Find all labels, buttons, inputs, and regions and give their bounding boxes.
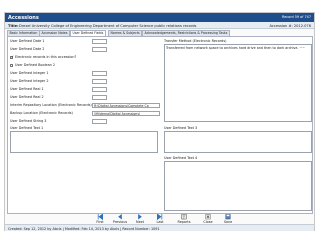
user-defined-integer-1-label: User Defined Integer 1: [10, 71, 49, 75]
record-status-text: Created: Sep 12, 2012 by Abcls | Modifie…: [8, 226, 160, 231]
navigation-bar: First Previous Next Last Reports Close S…: [5, 214, 314, 224]
accession-number[interactable]: Accession #: 2012.076: [270, 24, 311, 28]
user-defined-string-3-field[interactable]: [92, 118, 107, 124]
interim-location-field[interactable]: R:\Digital Accessions\Complete Co: [92, 102, 160, 108]
previous-button[interactable]: Previous: [109, 214, 131, 224]
accessions-window: Accessions Record 59 of 747 Title: Drexe…: [4, 12, 315, 231]
electronic-records-checkbox[interactable]: [10, 55, 15, 60]
user-defined-text-3-field[interactable]: [164, 131, 312, 153]
window-header: Accessions Record 59 of 747: [5, 13, 314, 22]
first-label: First: [96, 219, 104, 224]
user-defined-date-1-label: User Defined Date 1: [10, 39, 45, 43]
user-defined-string-3-label: User Defined String 3: [10, 119, 47, 123]
record-counter: Record 59 of 747: [281, 15, 311, 19]
tab-strip: Basic Information Accession Notes User D…: [5, 29, 314, 37]
last-label: Last: [156, 219, 164, 224]
save-button[interactable]: Save: [217, 214, 239, 224]
user-defined-text-1-label: User Defined Text 1: [10, 126, 44, 130]
last-button[interactable]: Last: [149, 214, 171, 224]
user-defined-boolean-2-checkbox[interactable]: [10, 63, 14, 67]
user-defined-date-2-label: User Defined Date 2: [10, 47, 45, 51]
save-label: Save: [223, 219, 233, 224]
save-disk-icon: [225, 214, 231, 220]
reports-label: Reports: [177, 219, 191, 224]
window-title: Accessions: [8, 14, 39, 21]
transfer-method-label: Transfer Method (Electronic Records): [164, 39, 227, 43]
title-bar: Title: Drexel University College of Engi…: [5, 22, 314, 29]
accession-value[interactable]: 2012.076: [294, 24, 311, 28]
close-label: Close: [203, 219, 213, 224]
close-button[interactable]: Close: [197, 214, 219, 224]
close-icon: [205, 214, 211, 220]
user-defined-integer-2-field[interactable]: [92, 78, 107, 84]
user-defined-text-3-label: User Defined Text 3: [164, 126, 198, 130]
electronic-records-label: Electronic records in this accession?: [15, 55, 77, 59]
user-defined-text-4-field[interactable]: [164, 161, 312, 211]
reports-button[interactable]: Reports: [173, 214, 195, 224]
status-bar: Created: Sep 12, 2012 by Abcls | Modifie…: [5, 224, 314, 231]
user-defined-date-2-field[interactable]: [92, 46, 107, 52]
backup-location-label: Backup Location (Electronic Records): [10, 111, 73, 115]
user-defined-real-1-field[interactable]: [92, 86, 107, 92]
interim-location-label: Interim Repository Location (Electronic …: [10, 103, 92, 107]
user-defined-text-1-field[interactable]: [10, 131, 158, 153]
transfer-method-field[interactable]: Transferred from network space to archiv…: [164, 44, 312, 122]
reports-icon: [181, 214, 187, 220]
next-label: Next: [136, 219, 144, 224]
user-defined-real-2-label: User Defined Real 2: [10, 95, 44, 99]
user-defined-real-1-label: User Defined Real 1: [10, 87, 44, 91]
accession-label: Accession #:: [269, 23, 293, 28]
user-defined-text-4-label: User Defined Text 4: [164, 156, 198, 160]
title-label: Title:: [8, 23, 19, 28]
previous-label: Previous: [112, 219, 128, 224]
user-defined-date-1-field[interactable]: [92, 38, 107, 44]
title-value[interactable]: Drexel University College of Engineering…: [19, 24, 196, 28]
first-button[interactable]: First: [89, 214, 111, 224]
backup-location-field[interactable]: \\filiderna\Digital Accessions\: [92, 110, 160, 116]
user-defined-fields-panel: User Defined Date 1 User Defined Date 2 …: [7, 36, 313, 214]
user-defined-boolean-2-label: User Defined Boolean 2: [15, 63, 56, 67]
user-defined-integer-2-label: User Defined Integer 2: [10, 79, 49, 83]
user-defined-integer-1-field[interactable]: [92, 70, 107, 76]
next-button[interactable]: Next: [129, 214, 151, 224]
user-defined-real-2-field[interactable]: [92, 94, 107, 100]
